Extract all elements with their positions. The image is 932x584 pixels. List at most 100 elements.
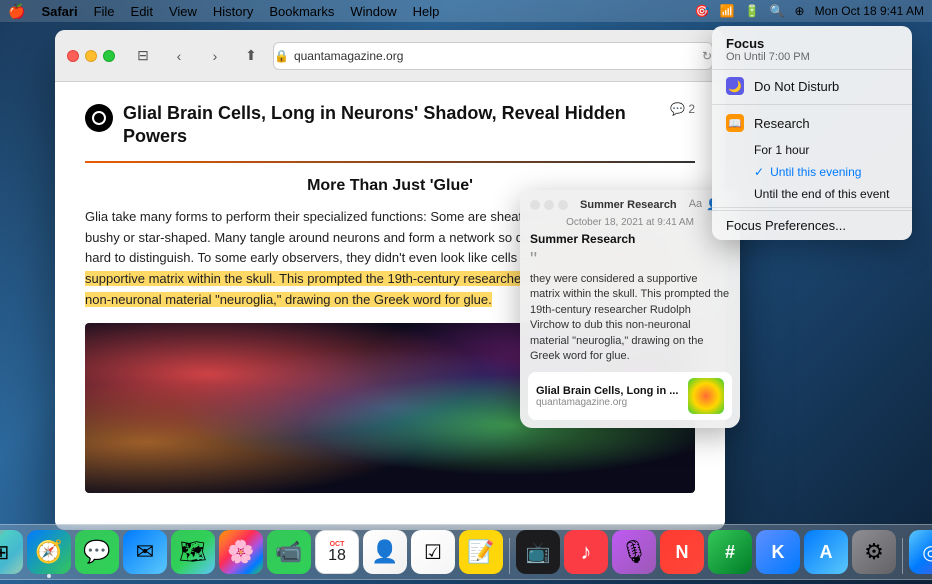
apple-menu[interactable]: 🍎 bbox=[8, 3, 25, 20]
contacts-icon: 👤 bbox=[371, 539, 398, 565]
focus-research[interactable]: 📖 Research bbox=[712, 107, 912, 139]
history-menu[interactable]: History bbox=[213, 4, 253, 19]
maps-icon: 🗺 bbox=[179, 539, 207, 565]
siri-icon: ◎ bbox=[922, 540, 932, 565]
safari-toolbar: ⊟ ‹ › ⬆ 🔒 quantamagazine.org ↻ bbox=[55, 30, 725, 82]
focus-title: Focus bbox=[726, 36, 898, 51]
quanta-logo-inner bbox=[92, 111, 106, 125]
back-button[interactable]: ‹ bbox=[165, 42, 193, 70]
dock-news[interactable]: N bbox=[660, 530, 704, 574]
window-menu[interactable]: Window bbox=[350, 4, 396, 19]
file-menu[interactable]: File bbox=[94, 4, 115, 19]
dock-separator-2 bbox=[902, 538, 903, 574]
dock-launchpad[interactable]: ⊞ bbox=[0, 530, 23, 574]
view-menu[interactable]: View bbox=[169, 4, 197, 19]
edit-menu[interactable]: Edit bbox=[131, 4, 153, 19]
safari-active-dot bbox=[47, 574, 51, 578]
focus-header: Focus On Until 7:00 PM bbox=[712, 26, 912, 70]
dock-podcasts[interactable]: 🎙 bbox=[612, 530, 656, 574]
calendar-day: 18 bbox=[328, 548, 346, 564]
reload-button[interactable]: ↻ bbox=[702, 49, 712, 63]
ntl-3 bbox=[558, 200, 568, 210]
dock-notes[interactable]: 📝 bbox=[459, 530, 503, 574]
dock-keynote[interactable]: K bbox=[756, 530, 800, 574]
focus-separator-1 bbox=[712, 104, 912, 105]
dock-reminders[interactable]: ☑ bbox=[411, 530, 455, 574]
share-button[interactable]: ⬆ bbox=[237, 42, 265, 70]
notif-body: they were considered a supportive matrix… bbox=[520, 270, 740, 372]
menubar-right: 🎯 📶 🔋 🔍 ⊕ Mon Oct 18 9:41 AM bbox=[695, 4, 924, 18]
dock-systemprefs[interactable]: ⚙ bbox=[852, 530, 896, 574]
focus-for-1hour[interactable]: For 1 hour bbox=[712, 139, 912, 161]
control-center-icon[interactable]: ⊕ bbox=[795, 4, 805, 18]
notif-link-url: quantamagazine.org bbox=[536, 397, 688, 408]
notes-icon: 📝 bbox=[467, 539, 494, 565]
wifi-icon[interactable]: 📶 bbox=[720, 4, 735, 18]
notif-font-icon[interactable]: Aa bbox=[689, 198, 702, 211]
quanta-logo bbox=[85, 104, 113, 132]
fullscreen-button[interactable] bbox=[103, 50, 115, 62]
mail-icon: ✉ bbox=[136, 539, 154, 565]
ntl-1 bbox=[530, 200, 540, 210]
focus-until-event-end[interactable]: Until the end of this event bbox=[712, 183, 912, 205]
donotdisturb-label: Do Not Disturb bbox=[754, 79, 839, 94]
dock-appletv[interactable]: 📺 bbox=[516, 530, 560, 574]
traffic-lights bbox=[67, 50, 115, 62]
notif-quote: " bbox=[520, 250, 740, 270]
dock-music[interactable]: ♪ bbox=[564, 530, 608, 574]
dock-facetime[interactable]: 📹 bbox=[267, 530, 311, 574]
dock-messages[interactable]: 💬 bbox=[75, 530, 119, 574]
numbers-icon: # bbox=[725, 542, 735, 563]
notification-popup: Summer Research Aa 👤 » October 18, 2021 … bbox=[520, 190, 740, 428]
help-menu[interactable]: Help bbox=[413, 4, 440, 19]
forward-button[interactable]: › bbox=[201, 42, 229, 70]
facetime-icon: 📹 bbox=[275, 539, 302, 565]
dock-calendar[interactable]: OCT 18 bbox=[315, 530, 359, 574]
dock-photos[interactable]: 🌸 bbox=[219, 530, 263, 574]
news-icon: N bbox=[676, 542, 689, 563]
messages-icon: 💬 bbox=[83, 539, 110, 565]
dock-siri[interactable]: ◎ bbox=[909, 530, 932, 574]
comment-icon: 💬 bbox=[670, 102, 685, 116]
article-header: Glial Brain Cells, Long in Neurons' Shad… bbox=[85, 102, 695, 149]
url-display: quantamagazine.org bbox=[294, 49, 403, 63]
close-button[interactable] bbox=[67, 50, 79, 62]
minimize-button[interactable] bbox=[85, 50, 97, 62]
podcasts-icon: 🎙 bbox=[620, 539, 648, 565]
dock-maps[interactable]: 🗺 bbox=[171, 530, 215, 574]
notif-link-info: Glial Brain Cells, Long in ... quantamag… bbox=[536, 385, 688, 408]
notif-date: October 18, 2021 at 9:41 AM bbox=[520, 215, 740, 232]
battery-icon[interactable]: 🔋 bbox=[745, 4, 760, 18]
sidebar-toggle[interactable]: ⊟ bbox=[129, 42, 157, 70]
dock-mail[interactable]: ✉ bbox=[123, 530, 167, 574]
reminders-icon: ☑ bbox=[424, 540, 442, 565]
address-bar[interactable]: 🔒 quantamagazine.org ↻ bbox=[273, 42, 713, 70]
search-menubar-icon[interactable]: 🔍 bbox=[770, 4, 785, 18]
dock-safari[interactable]: 🧭 bbox=[27, 530, 71, 574]
research-label: Research bbox=[754, 116, 810, 131]
book-icon: 📖 bbox=[726, 114, 744, 132]
notif-link-preview[interactable]: Glial Brain Cells, Long in ... quantamag… bbox=[528, 372, 732, 420]
notif-link-title: Glial Brain Cells, Long in ... bbox=[536, 385, 688, 397]
menubar-left: 🍎 Safari File Edit View History Bookmark… bbox=[8, 3, 439, 20]
focus-until-evening[interactable]: Until this evening bbox=[712, 161, 912, 183]
focus-preferences[interactable]: Focus Preferences... bbox=[712, 210, 912, 240]
moon-icon: 🌙 bbox=[726, 77, 744, 95]
dock: 🔍 ⊞ 🧭 💬 ✉ 🗺 🌸 📹 OCT 18 bbox=[0, 524, 932, 580]
notif-window-title: Summer Research bbox=[574, 199, 683, 211]
comment-badge: 💬 2 bbox=[670, 102, 695, 116]
bookmarks-menu[interactable]: Bookmarks bbox=[269, 4, 334, 19]
appletv-icon: 📺 bbox=[526, 540, 551, 565]
focus-separator-2 bbox=[712, 207, 912, 208]
ntl-2 bbox=[544, 200, 554, 210]
notif-link-thumbnail bbox=[688, 378, 724, 414]
dock-appstore[interactable]: A bbox=[804, 530, 848, 574]
focus-donotdisturb[interactable]: 🌙 Do Not Disturb bbox=[712, 70, 912, 102]
app-name[interactable]: Safari bbox=[41, 4, 77, 19]
calendar-content: OCT 18 bbox=[328, 541, 346, 564]
dock-contacts[interactable]: 👤 bbox=[363, 530, 407, 574]
focus-menubar-icon[interactable]: 🎯 bbox=[695, 4, 710, 18]
notif-content-title: Summer Research bbox=[520, 232, 740, 250]
comment-count: 2 bbox=[688, 102, 695, 116]
dock-numbers[interactable]: # bbox=[708, 530, 752, 574]
